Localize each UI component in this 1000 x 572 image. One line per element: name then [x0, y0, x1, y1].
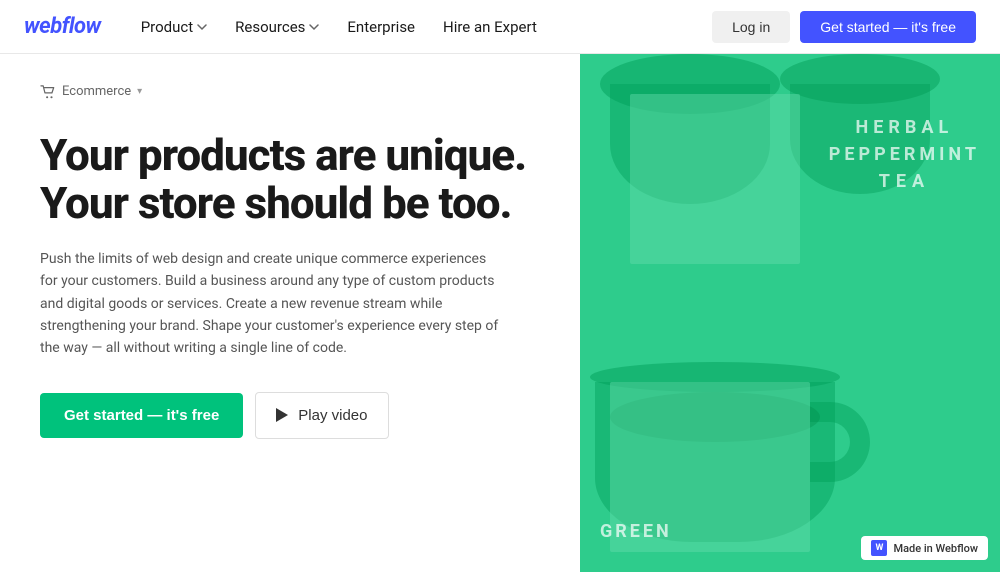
- nav-item-hire-expert[interactable]: Hire an Expert: [431, 12, 549, 42]
- badge-label: Made in Webflow: [893, 542, 978, 555]
- hero-title: Your products are unique. Your store sho…: [40, 131, 540, 228]
- made-in-webflow-badge[interactable]: W Made in Webflow: [861, 536, 988, 560]
- hero-description: Push the limits of web design and create…: [40, 248, 500, 360]
- breadcrumb-label: Ecommerce: [62, 84, 131, 99]
- play-icon: [276, 408, 288, 422]
- nav-cta-button[interactable]: Get started — it's free: [800, 11, 976, 43]
- breadcrumb[interactable]: Ecommerce ▾: [40, 84, 540, 99]
- nav-item-enterprise[interactable]: Enterprise: [335, 12, 427, 42]
- nav-item-product[interactable]: Product: [129, 12, 219, 42]
- brand-logo[interactable]: webflow: [24, 14, 101, 39]
- chevron-down-icon: [197, 22, 207, 32]
- nav-item-resources[interactable]: Resources: [223, 12, 331, 42]
- cta-row: Get started — it's free Play video: [40, 392, 540, 439]
- left-panel: Ecommerce ▾ Your products are unique. Yo…: [0, 54, 580, 572]
- login-button[interactable]: Log in: [712, 11, 790, 43]
- overlay-card-top: [630, 94, 800, 264]
- navbar: webflow Product Resources Enterprise Hir…: [0, 0, 1000, 54]
- tea-text-peppermint: PEPPERMINT: [829, 141, 980, 168]
- play-video-button[interactable]: Play video: [255, 392, 388, 439]
- cart-icon: [40, 85, 56, 99]
- tea-text-tea: TEA: [829, 168, 980, 195]
- main-content: Ecommerce ▾ Your products are unique. Yo…: [0, 54, 1000, 572]
- preview-bottom: GREEN: [580, 313, 1000, 572]
- chevron-down-icon: [309, 22, 319, 32]
- webflow-w-icon: W: [871, 540, 887, 556]
- hero-cta-button[interactable]: Get started — it's free: [40, 393, 243, 438]
- nav-right: Log in Get started — it's free: [712, 11, 976, 43]
- bottom-text-label: GREEN: [600, 521, 672, 542]
- breadcrumb-chevron: ▾: [137, 86, 142, 97]
- nav-items: Product Resources Enterprise Hire an Exp…: [129, 12, 712, 42]
- right-panel: GREEN HERBAL PEPPERMINT TEA W Made in We…: [580, 54, 1000, 572]
- tea-text-herbal: HERBAL: [829, 114, 980, 141]
- tea-text-overlay: HERBAL PEPPERMINT TEA: [829, 114, 980, 195]
